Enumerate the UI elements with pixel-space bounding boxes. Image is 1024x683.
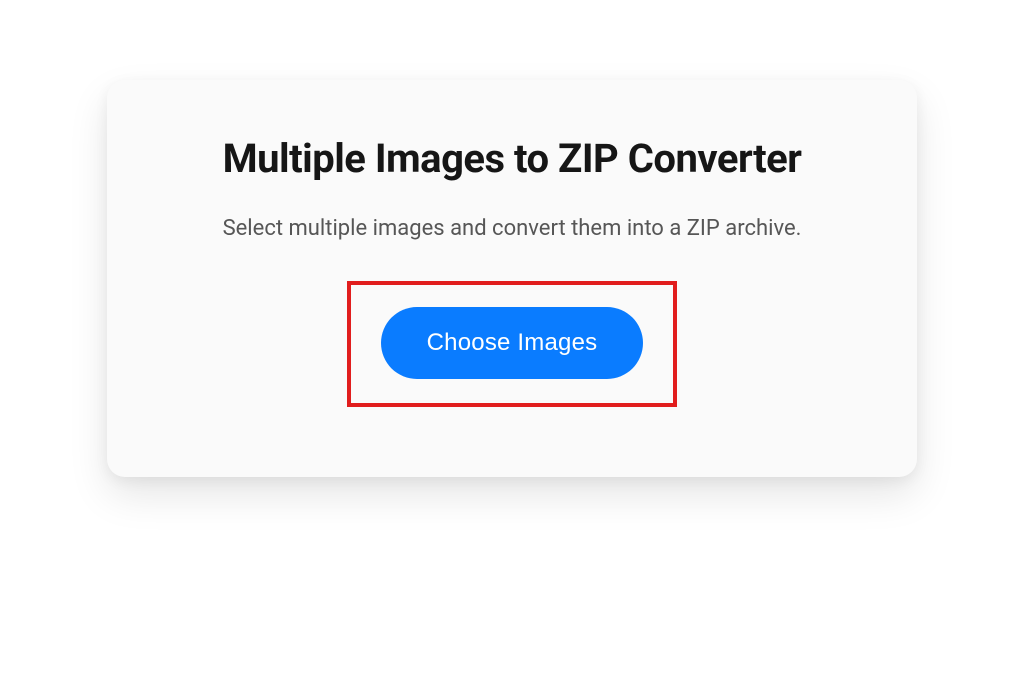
converter-card: Multiple Images to ZIP Converter Select … (107, 80, 917, 477)
page-subtitle: Select multiple images and convert them … (167, 216, 857, 241)
choose-images-button[interactable]: Choose Images (381, 307, 644, 379)
page-title: Multiple Images to ZIP Converter (167, 135, 857, 182)
highlight-annotation: Choose Images (347, 281, 678, 407)
